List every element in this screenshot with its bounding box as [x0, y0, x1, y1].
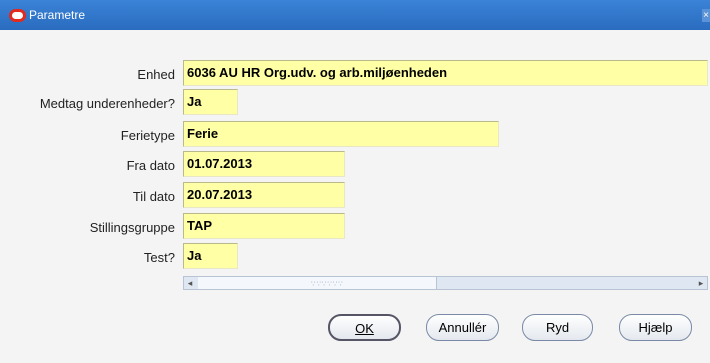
- fra-dato-field[interactable]: 01.07.2013: [183, 151, 345, 177]
- grip-icon: ∵∵∵∵∵∵: [311, 281, 344, 288]
- test-field[interactable]: Ja: [183, 243, 238, 269]
- clear-button[interactable]: Ryd: [522, 314, 593, 341]
- medtag-underenheder-field[interactable]: Ja: [183, 89, 238, 115]
- til-dato-field[interactable]: 20.07.2013: [183, 182, 345, 208]
- help-button[interactable]: Hjælp: [619, 314, 692, 341]
- clear-button-label: Ryd: [545, 320, 570, 335]
- label-enhed: Enhed: [137, 67, 175, 82]
- ok-button-label: OK: [355, 321, 374, 336]
- window-title: Parametre: [29, 8, 86, 22]
- label-test: Test?: [143, 250, 175, 265]
- left-arrow-icon[interactable]: ◂: [184, 277, 196, 289]
- label-ferietype: Ferietype: [120, 128, 175, 143]
- cancel-button-label: Annullér: [438, 320, 487, 335]
- ok-button[interactable]: OK: [328, 314, 401, 341]
- right-arrow-icon[interactable]: ▸: [695, 277, 707, 289]
- label-fra-dato: Fra dato: [126, 158, 175, 173]
- parameters-dialog: Parametre × Enhed 6036 AU HR Org.udv. og…: [0, 0, 710, 363]
- scrollbar-thumb[interactable]: ∵∵∵∵∵∵: [198, 277, 437, 289]
- help-button-label: Hjælp: [638, 320, 673, 335]
- ferietype-field[interactable]: Ferie: [183, 121, 499, 147]
- horizontal-scrollbar[interactable]: ◂ ∵∵∵∵∵∵ ▸: [183, 276, 708, 290]
- cancel-button[interactable]: Annullér: [426, 314, 499, 341]
- oracle-icon: [9, 9, 26, 22]
- label-til-dato: Til dato: [132, 189, 175, 204]
- title-bar: Parametre ×: [0, 0, 710, 30]
- close-icon[interactable]: ×: [702, 9, 710, 22]
- enhed-field[interactable]: 6036 AU HR Org.udv. og arb.miljøenheden: [183, 60, 708, 86]
- stillingsgruppe-field[interactable]: TAP: [183, 213, 345, 239]
- label-stillingsgruppe: Stillingsgruppe: [89, 220, 175, 235]
- label-medtag-underenheder: Medtag underenheder?: [39, 96, 175, 111]
